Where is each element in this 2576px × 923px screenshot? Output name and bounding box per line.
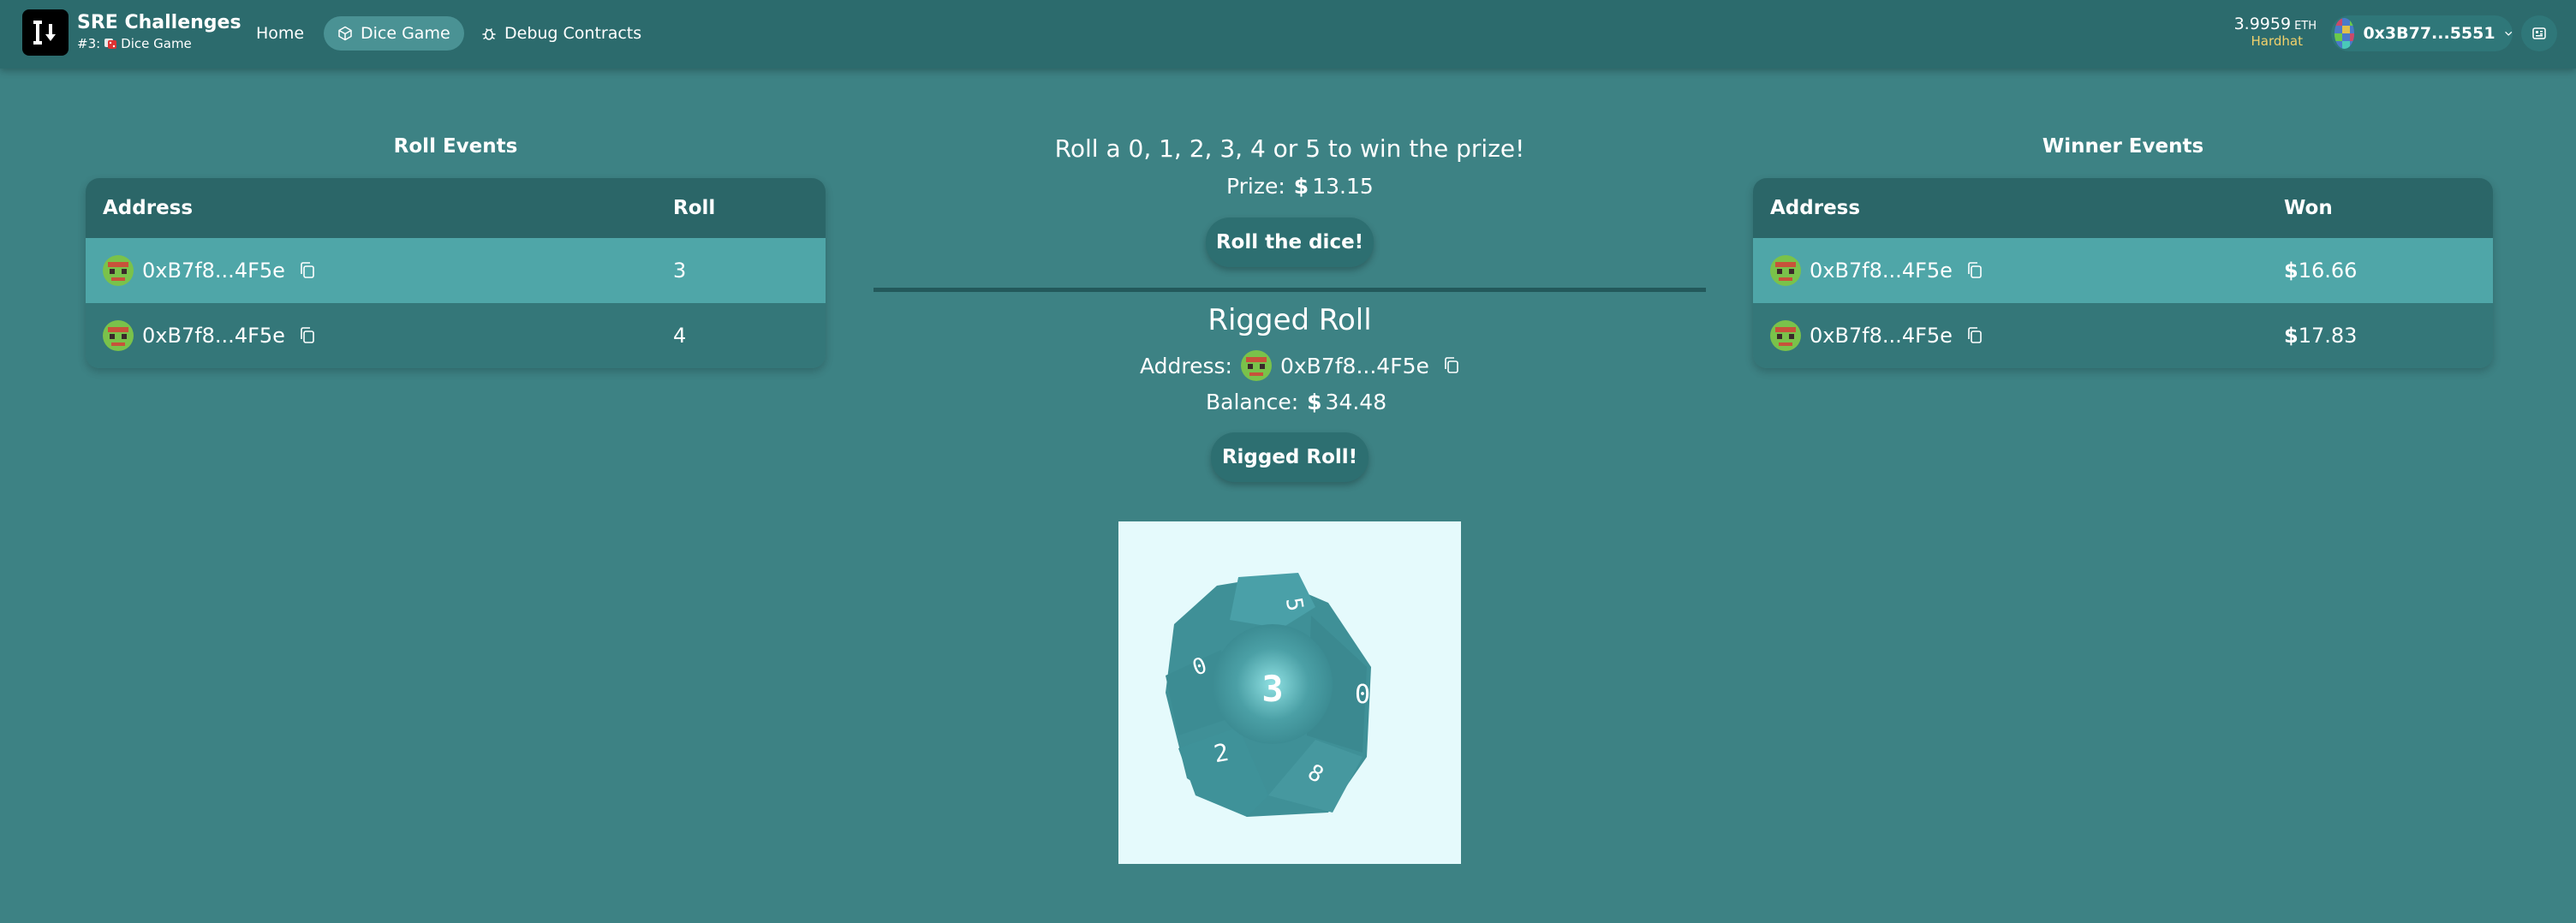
address-text: 0xB7f8...4F5e (142, 324, 285, 348)
won-currency: $ (2284, 259, 2299, 283)
prize-label: Prize: (1226, 174, 1285, 199)
winner-events-title: Winner Events (2042, 135, 2204, 158)
wallet-balance-value: 3.9959 (2233, 15, 2292, 33)
avatar (103, 255, 134, 286)
rigged-address: 0xB7f8...4F5e (1279, 353, 1429, 378)
bug-icon (482, 28, 496, 40)
table-row: 0xB7f8...4F5e 3 (86, 238, 826, 303)
won-amount: $17.83 (2284, 324, 2357, 348)
cube-icon (338, 26, 352, 41)
account-button[interactable]: 0x3B77...5551 (2331, 15, 2513, 51)
prize-currency: $ (1293, 174, 1309, 199)
won-currency: $ (2284, 324, 2299, 348)
app-logo[interactable] (22, 9, 69, 56)
column-header-won: Won (2284, 197, 2333, 219)
avatar (1240, 350, 1272, 381)
qr-code-icon (2532, 27, 2546, 39)
balance-currency: $ (1307, 390, 1322, 414)
network-name: Hardhat (2251, 33, 2303, 49)
wallet-balance-unit: ETH (2294, 20, 2317, 33)
won-amount: $16.66 (2284, 259, 2357, 283)
won-value: 17.83 (2298, 324, 2358, 348)
table-row: 0xB7f8...4F5e $17.83 (1753, 303, 2493, 368)
challenge-number: #3: (77, 36, 101, 51)
table-row: 0xB7f8...4F5e $16.66 (1753, 238, 2493, 303)
account-avatar (2334, 18, 2355, 49)
nav-dice-game-label: Dice Game (361, 24, 450, 43)
rigged-roll-title: Rigged Roll (1208, 303, 1372, 337)
rigged-balance-label: Balance: (1206, 390, 1299, 414)
roll-value: 3 (673, 259, 687, 283)
nav-dice-game[interactable]: Dice Game (324, 16, 464, 51)
brand-subtitle: #3: Dice Game (77, 36, 192, 51)
copy-icon[interactable] (1966, 326, 1983, 345)
prize-value: 13.15 (1312, 174, 1374, 199)
copy-icon[interactable] (299, 326, 316, 345)
prize-row: Prize: $ 13.15 (1226, 174, 1374, 199)
address-cell: 0xB7f8...4F5e (103, 255, 316, 286)
top-navbar: SRE Challenges #3: Dice Game Home Dice G… (0, 0, 2576, 68)
avatar (1770, 320, 1801, 351)
rigged-address-row: Address: 0xB7f8...4F5e (1140, 350, 1460, 381)
address-cell: 0xB7f8...4F5e (103, 320, 316, 351)
winner-events-table: Address Won 0xB7f8...4F5e $16.66 0xB7f8.… (1753, 178, 2493, 368)
dice-display: 3 5 0 0 2 8 (1118, 521, 1461, 864)
copy-icon[interactable] (299, 261, 316, 280)
brand-title: SRE Challenges (77, 12, 242, 33)
address-text: 0xB7f8...4F5e (1810, 259, 1953, 283)
nav-home-label: Home (256, 24, 305, 43)
roll-value: 4 (673, 324, 687, 348)
section-divider (874, 288, 1706, 292)
address-cell: 0xB7f8...4F5e (1770, 255, 1983, 286)
avatar (103, 320, 134, 351)
column-header-address: Address (103, 197, 194, 219)
challenge-name: Dice Game (121, 36, 192, 51)
table-header: Address Roll (86, 178, 826, 238)
win-condition-headline: Roll a 0, 1, 2, 3, 4 or 5 to win the pri… (1054, 134, 1525, 163)
qr-code-button[interactable] (2521, 15, 2557, 51)
nav-debug-contracts[interactable]: Debug Contracts (468, 16, 655, 51)
rigged-balance-value: 34.48 (1325, 390, 1387, 414)
account-address: 0x3B77...5551 (2363, 24, 2496, 43)
wallet-balance: 3.9959 ETH (2231, 15, 2317, 33)
won-value: 16.66 (2298, 259, 2358, 283)
rigged-balance-row: Balance: $ 34.48 (1206, 390, 1386, 414)
address-text: 0xB7f8...4F5e (1810, 324, 1953, 348)
rigged-roll-button[interactable]: Rigged Roll! (1211, 432, 1368, 482)
copy-icon[interactable] (1966, 261, 1983, 280)
chevron-down-icon (2504, 32, 2512, 36)
dice-face: 0 (1355, 680, 1370, 710)
nav-home[interactable]: Home (242, 16, 318, 51)
column-header-roll: Roll (673, 197, 716, 219)
dice-emoji-icon (104, 39, 117, 49)
avatar (1770, 255, 1801, 286)
address-text: 0xB7f8...4F5e (142, 259, 285, 283)
roll-dice-button[interactable]: Roll the dice! (1206, 217, 1374, 267)
logo-icon (33, 21, 56, 45)
roll-events-table: Address Roll 0xB7f8...4F5e 3 0xB7f8...4F… (86, 178, 826, 368)
dice-image: 3 5 0 0 2 8 (1166, 573, 1371, 817)
table-row: 0xB7f8...4F5e 4 (86, 303, 826, 368)
copy-icon[interactable] (1443, 356, 1460, 375)
address-cell: 0xB7f8...4F5e (1770, 320, 1983, 351)
table-header: Address Won (1753, 178, 2493, 238)
rigged-address-label: Address: (1140, 353, 1232, 378)
column-header-address: Address (1770, 197, 1861, 219)
roll-events-title: Roll Events (393, 135, 518, 158)
dice-center-face: 3 (1261, 668, 1283, 710)
nav-debug-contracts-label: Debug Contracts (504, 24, 642, 43)
